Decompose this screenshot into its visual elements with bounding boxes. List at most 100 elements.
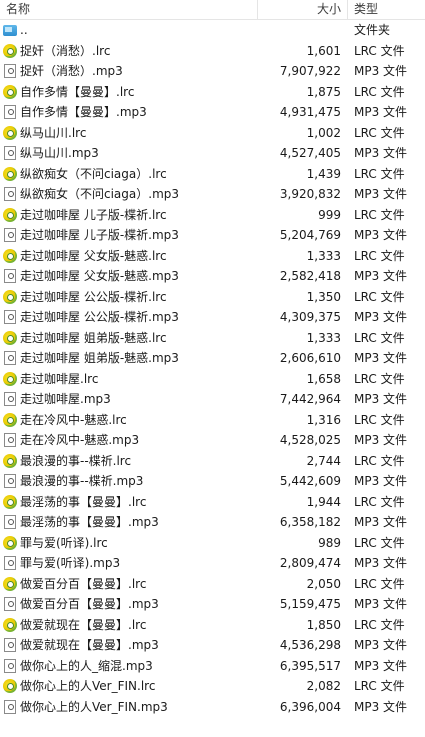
file-name: 做爱就现在【曼曼】.lrc [20,617,147,632]
mp3-file-icon [4,146,16,160]
file-name: .. [20,23,28,37]
lrc-file-icon [3,679,17,693]
file-row[interactable]: 做你心上的人Ver_FIN.lrc 2,082 LRC 文件 [0,676,425,697]
file-row[interactable]: 最淫荡的事【曼曼】.mp3 6,358,182 MP3 文件 [0,512,425,533]
file-size: 1,002 [306,125,341,140]
file-name: 走过咖啡屋 儿子版-楪祈.lrc [20,207,167,222]
file-type: LRC 文件 [354,289,405,304]
file-row[interactable]: 罪与爱(听译).lrc 989 LRC 文件 [0,533,425,554]
file-type: LRC 文件 [354,679,405,693]
column-divider[interactable] [347,0,348,19]
file-type: MP3 文件 [354,64,408,78]
file-row[interactable]: 走过咖啡屋 父女版-魅惑.mp3 2,582,418 MP3 文件 [0,266,425,287]
lrc-file-icon [3,412,17,427]
file-row[interactable]: 做爱就现在【曼曼】.lrc 1,850 LRC 文件 [0,615,425,636]
file-type: MP3 文件 [354,351,408,365]
mp3-file-icon [4,515,16,529]
file-size: 4,528,025 [279,433,341,447]
file-row[interactable]: 做你心上的人Ver_FIN.mp3 6,396,004 MP3 文件 [0,697,425,718]
file-row[interactable]: 纵马山川.lrc 1,002 LRC 文件 [0,123,425,144]
file-name: 自作多情【曼曼】.mp3 [20,105,147,119]
file-type: MP3 文件 [354,269,408,283]
file-row[interactable]: 走过咖啡屋.lrc 1,658 LRC 文件 [0,369,425,390]
file-type: 文件夹 [354,23,391,37]
file-size: 5,442,609 [279,474,341,488]
file-row[interactable]: 最浪漫的事--楪祈.mp3 5,442,609 MP3 文件 [0,471,425,492]
file-row[interactable]: 走过咖啡屋 儿子版-楪祈.mp3 5,204,769 MP3 文件 [0,225,425,246]
file-name: 做爱就现在【曼曼】.mp3 [20,638,159,652]
column-type-header[interactable]: 类型 [354,1,378,18]
file-row[interactable]: 最淫荡的事【曼曼】.lrc 1,944 LRC 文件 [0,492,425,513]
file-row[interactable]: 最浪漫的事--楪祈.lrc 2,744 LRC 文件 [0,451,425,472]
file-name: 罪与爱(听译).lrc [20,535,108,550]
mp3-file-icon [4,699,16,714]
file-name: 最淫荡的事【曼曼】.mp3 [20,515,159,529]
parent-folder-row[interactable]: .. 文件夹 [0,20,425,41]
file-size: 6,358,182 [279,515,341,529]
file-type: MP3 文件 [354,556,408,570]
lrc-file-icon [3,494,17,509]
file-size: 1,658 [306,371,341,386]
mp3-file-icon [4,638,16,652]
lrc-file-icon [3,330,17,345]
file-row[interactable]: 走过咖啡屋 儿子版-楪祈.lrc 999 LRC 文件 [0,205,425,226]
mp3-file-icon [4,64,16,78]
file-row[interactable]: 走过咖啡屋 公公版-楪祈.mp3 4,309,375 MP3 文件 [0,307,425,328]
file-row[interactable]: 做爱百分百【曼曼】.mp3 5,159,475 MP3 文件 [0,594,425,615]
file-row[interactable]: 纵欲痴女（不问ciaga）.lrc 1,439 LRC 文件 [0,164,425,185]
file-type: MP3 文件 [354,515,408,529]
file-name: 最淫荡的事【曼曼】.lrc [20,494,147,509]
file-type: LRC 文件 [354,84,405,99]
file-row[interactable]: 纵欲痴女（不问ciaga）.mp3 3,920,832 MP3 文件 [0,184,425,205]
file-type: MP3 文件 [354,597,408,611]
lrc-file-icon [3,289,17,304]
folder-up-icon [3,25,17,36]
file-type: LRC 文件 [354,535,405,550]
file-size: 1,944 [306,494,341,509]
file-type: LRC 文件 [354,125,405,140]
file-row[interactable]: 走过咖啡屋 姐弟版-魅惑.mp3 2,606,610 MP3 文件 [0,348,425,369]
file-type: MP3 文件 [354,699,408,714]
column-divider[interactable] [257,0,258,19]
mp3-file-icon [4,310,16,324]
file-name: 纵马山川.lrc [20,125,87,140]
file-row[interactable]: 走过咖啡屋 姐弟版-魅惑.lrc 1,333 LRC 文件 [0,328,425,349]
file-size: 1,333 [306,330,341,345]
column-size-header[interactable]: 大小 [317,1,341,18]
file-row[interactable]: 走过咖啡屋 公公版-楪祈.lrc 1,350 LRC 文件 [0,287,425,308]
file-type: LRC 文件 [354,494,405,509]
file-row[interactable]: 做爱百分百【曼曼】.lrc 2,050 LRC 文件 [0,574,425,595]
file-row[interactable]: 走在冷风中-魅惑.mp3 4,528,025 MP3 文件 [0,430,425,451]
lrc-file-icon [3,576,17,591]
file-row[interactable]: 做你心上的人_缩混.mp3 6,395,517 MP3 文件 [0,656,425,677]
file-name: 走过咖啡屋 姐弟版-魅惑.lrc [20,330,167,345]
file-name: 走过咖啡屋 儿子版-楪祈.mp3 [20,228,179,242]
file-row[interactable]: 纵马山川.mp3 4,527,405 MP3 文件 [0,143,425,164]
column-header: 名称 大小 类型 [0,0,425,20]
file-row[interactable]: 捉奸（消愁）.lrc 1,601 LRC 文件 [0,41,425,62]
file-size: 2,606,610 [279,351,341,365]
file-size: 4,309,375 [279,310,341,324]
file-size: 3,920,832 [279,187,341,201]
lrc-file-icon [3,371,17,386]
file-size: 1,333 [306,248,341,263]
file-row[interactable]: 走过咖啡屋 父女版-魅惑.lrc 1,333 LRC 文件 [0,246,425,267]
file-row[interactable]: 自作多情【曼曼】.lrc 1,875 LRC 文件 [0,82,425,103]
file-name: 走过咖啡屋 公公版-楪祈.lrc [20,289,167,304]
file-row[interactable]: 走过咖啡屋.mp3 7,442,964 MP3 文件 [0,389,425,410]
file-row[interactable]: 走在冷风中-魅惑.lrc 1,316 LRC 文件 [0,410,425,431]
file-name: 做爱百分百【曼曼】.lrc [20,576,147,591]
file-type: MP3 文件 [354,433,408,447]
file-size: 1,875 [306,84,341,99]
file-type: MP3 文件 [354,638,408,652]
file-type: LRC 文件 [354,166,405,181]
file-row[interactable]: 做爱就现在【曼曼】.mp3 4,536,298 MP3 文件 [0,635,425,656]
file-row[interactable]: 罪与爱(听译).mp3 2,809,474 MP3 文件 [0,553,425,574]
file-list: .. 文件夹 捉奸（消愁）.lrc 1,601 LRC 文件 捉奸（消愁）.mp3 7,… [0,20,425,717]
column-name-header[interactable]: 名称 [6,1,30,18]
file-row[interactable]: 捉奸（消愁）.mp3 7,907,922 MP3 文件 [0,61,425,82]
file-type: MP3 文件 [354,310,408,324]
file-size: 7,442,964 [279,392,341,406]
file-type: MP3 文件 [354,474,408,488]
file-row[interactable]: 自作多情【曼曼】.mp3 4,931,475 MP3 文件 [0,102,425,123]
